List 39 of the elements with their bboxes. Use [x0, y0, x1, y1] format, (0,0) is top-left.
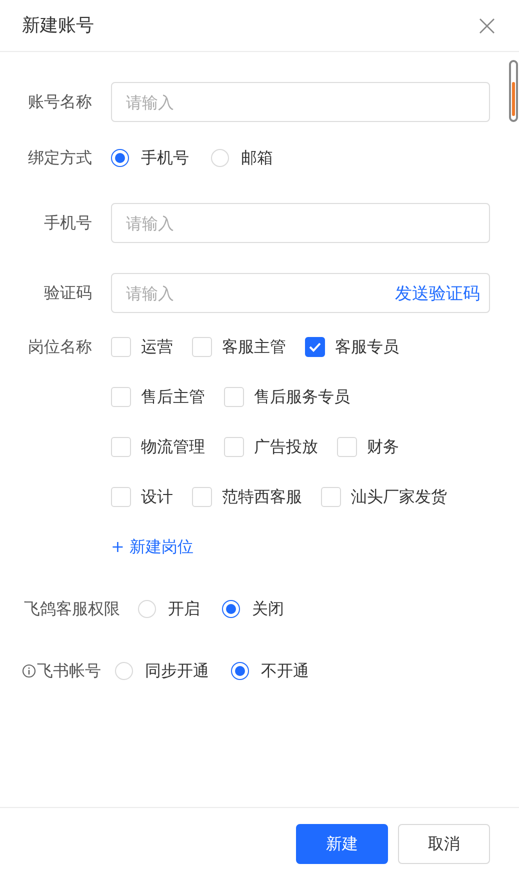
checkbox-label[interactable]: 范特西客服	[222, 485, 302, 509]
field-label: 手机号	[43, 212, 92, 234]
radio-label[interactable]: 关闭	[252, 597, 284, 621]
checkbox-label[interactable]: 汕头厂家发货	[351, 485, 447, 509]
checkbox-label[interactable]: 客服专员	[335, 335, 399, 359]
close-icon	[479, 18, 495, 34]
field-label: 绑定方式	[27, 147, 92, 169]
close-button[interactable]	[477, 16, 497, 36]
create-button[interactable]: 新建	[296, 824, 388, 864]
field-label: 飞书帐号	[37, 660, 101, 682]
radio-button[interactable]	[231, 662, 249, 680]
checkbox-label[interactable]: 物流管理	[141, 435, 205, 459]
checkbox-label[interactable]: 售后服务专员	[254, 385, 350, 409]
checkbox-label[interactable]: 售后主管	[141, 385, 205, 409]
checkbox-label[interactable]: 广告投放	[254, 435, 318, 459]
field-label: 飞鸽客服权限	[24, 598, 120, 620]
radio-label[interactable]: 手机号	[141, 146, 189, 170]
dialog-title: 新建账号	[22, 14, 94, 38]
radio-button[interactable]	[111, 149, 129, 167]
radio-label[interactable]: 开启	[168, 597, 200, 621]
checkmark-icon	[309, 342, 321, 352]
add-position-link[interactable]: + 新建岗位	[111, 535, 194, 559]
cancel-button[interactable]: 取消	[398, 824, 490, 864]
field-label: 账号名称	[27, 91, 92, 113]
text-input-field[interactable]: 请输入	[111, 203, 490, 243]
checkbox-label[interactable]: 财务	[367, 435, 399, 459]
radio-label[interactable]: 不开通	[261, 659, 309, 683]
field-label: 岗位名称	[27, 336, 92, 358]
send-code-link[interactable]: 发送验证码	[395, 282, 480, 308]
checkbox-label[interactable]: 运营	[141, 335, 173, 359]
field-label: 验证码	[43, 282, 92, 304]
checkbox[interactable]	[305, 337, 325, 357]
scrollbar-thumb[interactable]	[512, 82, 515, 116]
radio-label[interactable]: 邮箱	[241, 146, 273, 170]
radio-label[interactable]: 同步开通	[145, 659, 209, 683]
checkbox-label[interactable]: 设计	[141, 485, 173, 509]
text-input-field[interactable]: 请输入	[111, 82, 490, 122]
radio-button[interactable]	[222, 600, 240, 618]
checkbox-label[interactable]: 客服主管	[222, 335, 286, 359]
